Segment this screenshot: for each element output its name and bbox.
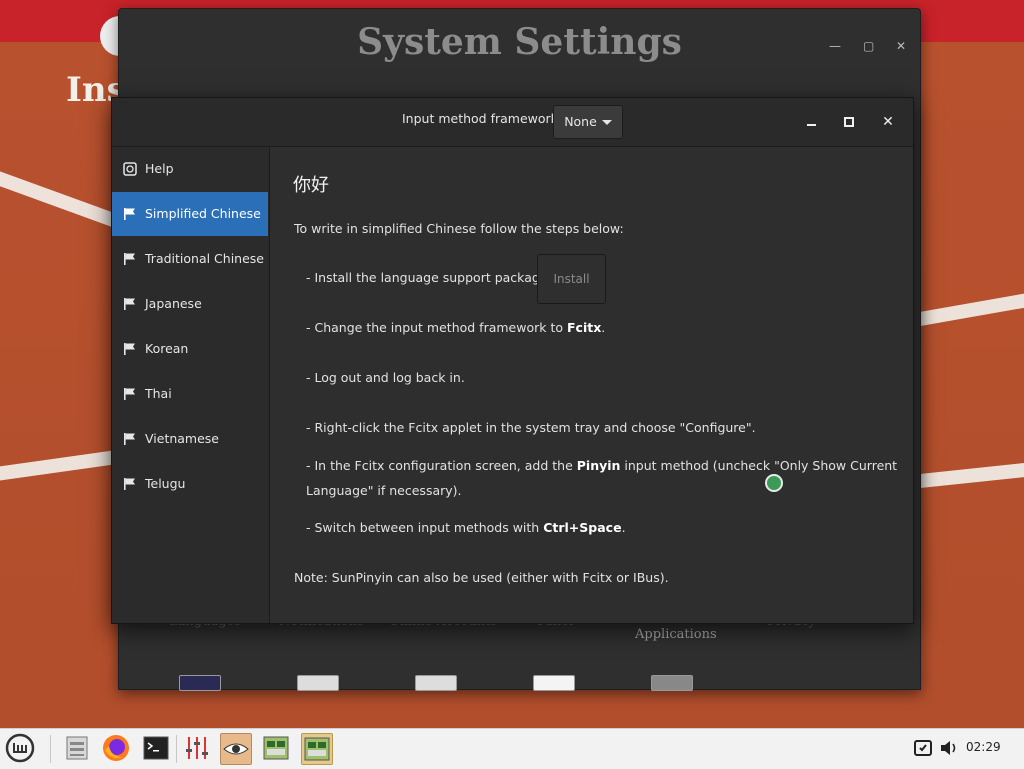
settings-item-icon[interactable] xyxy=(297,675,339,691)
step-text: - Switch between input methods with xyxy=(306,520,544,535)
note-text: Note: SunPinyin can also be used (either… xyxy=(294,570,669,585)
flag-icon xyxy=(124,433,135,445)
updates-icon[interactable] xyxy=(912,737,934,759)
language-sidebar: Help Simplified Chinese Traditional Chin… xyxy=(112,147,270,623)
step-add-pinyin-line2: Language" if necessary). xyxy=(306,483,462,498)
framework-label: Input method framework: xyxy=(402,111,563,126)
sidebar-item-label: Vietnamese xyxy=(145,431,219,446)
intro-text: To write in simplified Chinese follow th… xyxy=(294,221,624,236)
step-text: input method (uncheck "Only Show Current xyxy=(620,458,898,473)
mouse-cursor-indicator xyxy=(765,474,783,492)
firefox-icon[interactable] xyxy=(101,733,131,763)
minimize-icon[interactable]: — xyxy=(829,39,841,53)
window-icon[interactable] xyxy=(261,733,291,763)
sidebar-item-thai[interactable]: Thai xyxy=(112,372,268,416)
step-text: - Change the input method framework to xyxy=(306,320,567,335)
step-log-out: - Log out and log back in. xyxy=(306,370,465,385)
sidebar-item-label: Help xyxy=(145,161,174,176)
court-line xyxy=(0,166,119,228)
help-icon xyxy=(123,162,137,176)
install-button[interactable]: Install xyxy=(537,254,606,304)
step-text: . xyxy=(621,520,626,535)
flag-icon xyxy=(124,388,135,400)
dialog-header-bar: Input method framework: None ✕ xyxy=(112,98,913,147)
flag-icon xyxy=(124,343,135,355)
taskbar: 02:29 xyxy=(0,728,1024,769)
step-bold-text: Ctrl+Space xyxy=(543,520,622,535)
menu-icon[interactable] xyxy=(5,733,35,763)
maximize-icon[interactable]: ▢ xyxy=(863,39,874,53)
court-line xyxy=(911,461,1024,489)
settings-item-icon[interactable] xyxy=(415,675,457,691)
settings-item-icon[interactable] xyxy=(533,675,575,691)
terminal-icon[interactable] xyxy=(141,733,171,763)
mixer-icon[interactable] xyxy=(182,733,212,763)
sidebar-item-japanese[interactable]: Japanese xyxy=(112,282,268,326)
flag-icon xyxy=(124,253,135,265)
step-install-text: - Install the language support packages: xyxy=(306,270,559,285)
sidebar-item-label: Thai xyxy=(145,386,172,401)
close-button[interactable]: ✕ xyxy=(876,110,900,134)
system-settings-title: System Settings xyxy=(357,21,682,63)
flag-icon xyxy=(124,478,135,490)
window-icon[interactable] xyxy=(301,733,333,765)
clock[interactable]: 02:29 xyxy=(966,740,1001,754)
sidebar-item-traditional-chinese[interactable]: Traditional Chinese xyxy=(112,237,268,281)
sidebar-item-help[interactable]: Help xyxy=(112,147,268,191)
taskbar-separator xyxy=(176,735,177,763)
maximize-icon xyxy=(844,117,854,127)
sidebar-item-korean[interactable]: Korean xyxy=(112,327,268,371)
step-change-framework: - Change the input method framework to F… xyxy=(306,320,605,335)
minimize-icon xyxy=(806,124,816,126)
step-text: - In the Fcitx configuration screen, add… xyxy=(306,458,577,473)
sidebar-item-telugu[interactable]: Telugu xyxy=(112,462,268,506)
category-applications[interactable]: Applications xyxy=(635,627,717,642)
minimize-button[interactable] xyxy=(799,110,823,134)
step-add-pinyin: - In the Fcitx configuration screen, add… xyxy=(306,458,897,473)
maximize-button[interactable] xyxy=(837,110,861,134)
input-method-window: Input method framework: None ✕ Help Simp… xyxy=(111,97,914,624)
sidebar-item-vietnamese[interactable]: Vietnamese xyxy=(112,417,268,461)
sidebar-item-label: Traditional Chinese xyxy=(145,251,264,266)
close-icon: ✕ xyxy=(882,114,894,130)
court-line xyxy=(911,290,1024,328)
instructions-panel: 你好 To write in simplified Chinese follow… xyxy=(270,147,913,623)
framework-dropdown-value: None xyxy=(564,114,597,129)
content-title: 你好 xyxy=(293,175,329,196)
sidebar-item-label: Telugu xyxy=(145,476,186,491)
step-right-click: - Right-click the Fcitx applet in the sy… xyxy=(306,420,756,435)
file-manager-icon[interactable] xyxy=(62,733,92,763)
volume-icon[interactable] xyxy=(938,737,960,759)
chevron-down-icon xyxy=(601,120,612,125)
settings-item-icon[interactable] xyxy=(651,675,693,691)
settings-item-icon[interactable] xyxy=(179,675,221,691)
sidebar-item-label: Simplified Chinese xyxy=(145,206,261,221)
step-bold-text: Pinyin xyxy=(576,458,621,473)
sidebar-item-label: Japanese xyxy=(145,296,202,311)
eye-icon[interactable] xyxy=(220,733,252,765)
taskbar-separator xyxy=(50,735,51,763)
flag-icon xyxy=(124,208,135,220)
sidebar-item-simplified-chinese[interactable]: Simplified Chinese xyxy=(112,192,268,236)
framework-dropdown[interactable]: None xyxy=(553,105,623,139)
close-icon[interactable]: ✕ xyxy=(896,39,906,53)
step-switch-methods: - Switch between input methods with Ctrl… xyxy=(306,520,626,535)
sidebar-item-label: Korean xyxy=(145,341,189,356)
step-bold-text: Fcitx xyxy=(567,320,602,335)
flag-icon xyxy=(124,298,135,310)
step-text: . xyxy=(601,320,606,335)
